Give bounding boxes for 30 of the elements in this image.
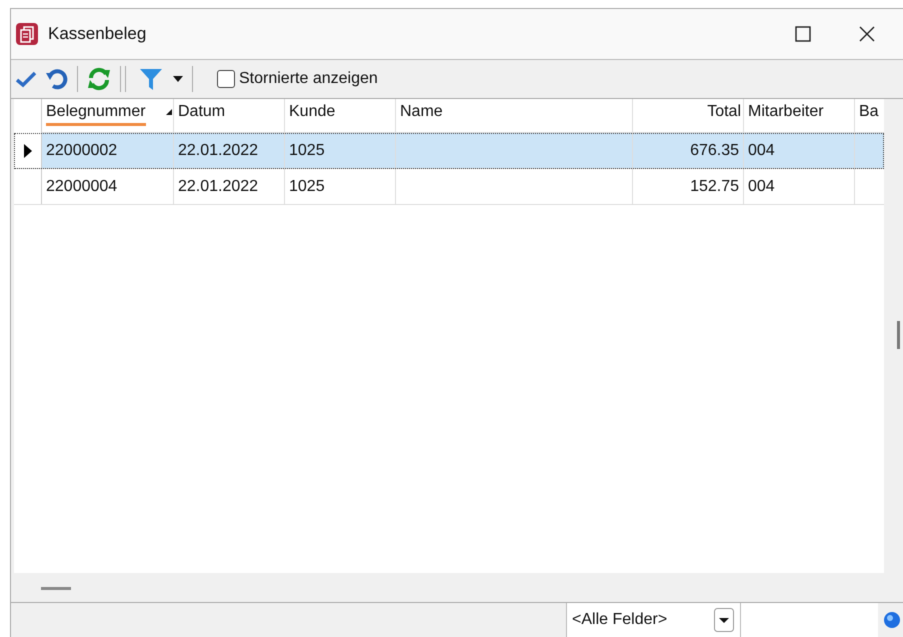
splitter-handle[interactable] <box>41 586 71 590</box>
checkmark-icon[interactable] <box>15 70 37 88</box>
table-cell: 004 <box>744 169 855 204</box>
filter-icon[interactable] <box>138 66 164 92</box>
table-cell: 152.75 <box>633 169 744 204</box>
search-field[interactable] <box>740 603 878 637</box>
close-icon[interactable] <box>859 26 875 42</box>
window-title: Kassenbeleg <box>48 24 146 44</box>
scrollbar-thumb[interactable] <box>897 321 900 349</box>
document-stack-icon <box>16 23 38 45</box>
table-cell: 1025 <box>285 133 396 168</box>
globe-icon[interactable] <box>884 612 900 628</box>
table-cell: 676.35 <box>633 133 744 168</box>
dropdown-caret-icon[interactable] <box>172 75 184 83</box>
sort-indicator-icon <box>166 109 172 115</box>
dropdown-caret-icon <box>714 608 734 632</box>
undo-icon[interactable] <box>45 67 69 91</box>
table-row[interactable]: 22000002 22.01.2022 1025 676.35 004 <box>14 133 884 169</box>
field-selector-dropdown[interactable]: <Alle Felder> <box>566 603 740 637</box>
table-cell: 22000004 <box>42 169 174 204</box>
table-row[interactable]: 22000004 22.01.2022 1025 152.75 004 <box>14 169 884 205</box>
current-row-icon <box>24 144 32 158</box>
table-cell: 22.01.2022 <box>174 133 285 168</box>
refresh-icon[interactable] <box>86 66 112 92</box>
table-cell: 22000002 <box>42 133 174 168</box>
table-cell: 1025 <box>285 169 396 204</box>
show-cancelled-checkbox[interactable]: Stornierte anzeigen <box>217 70 378 88</box>
maximize-icon[interactable] <box>795 26 811 42</box>
table-cell: 004 <box>744 133 855 168</box>
table-cell: 22.01.2022 <box>174 169 285 204</box>
